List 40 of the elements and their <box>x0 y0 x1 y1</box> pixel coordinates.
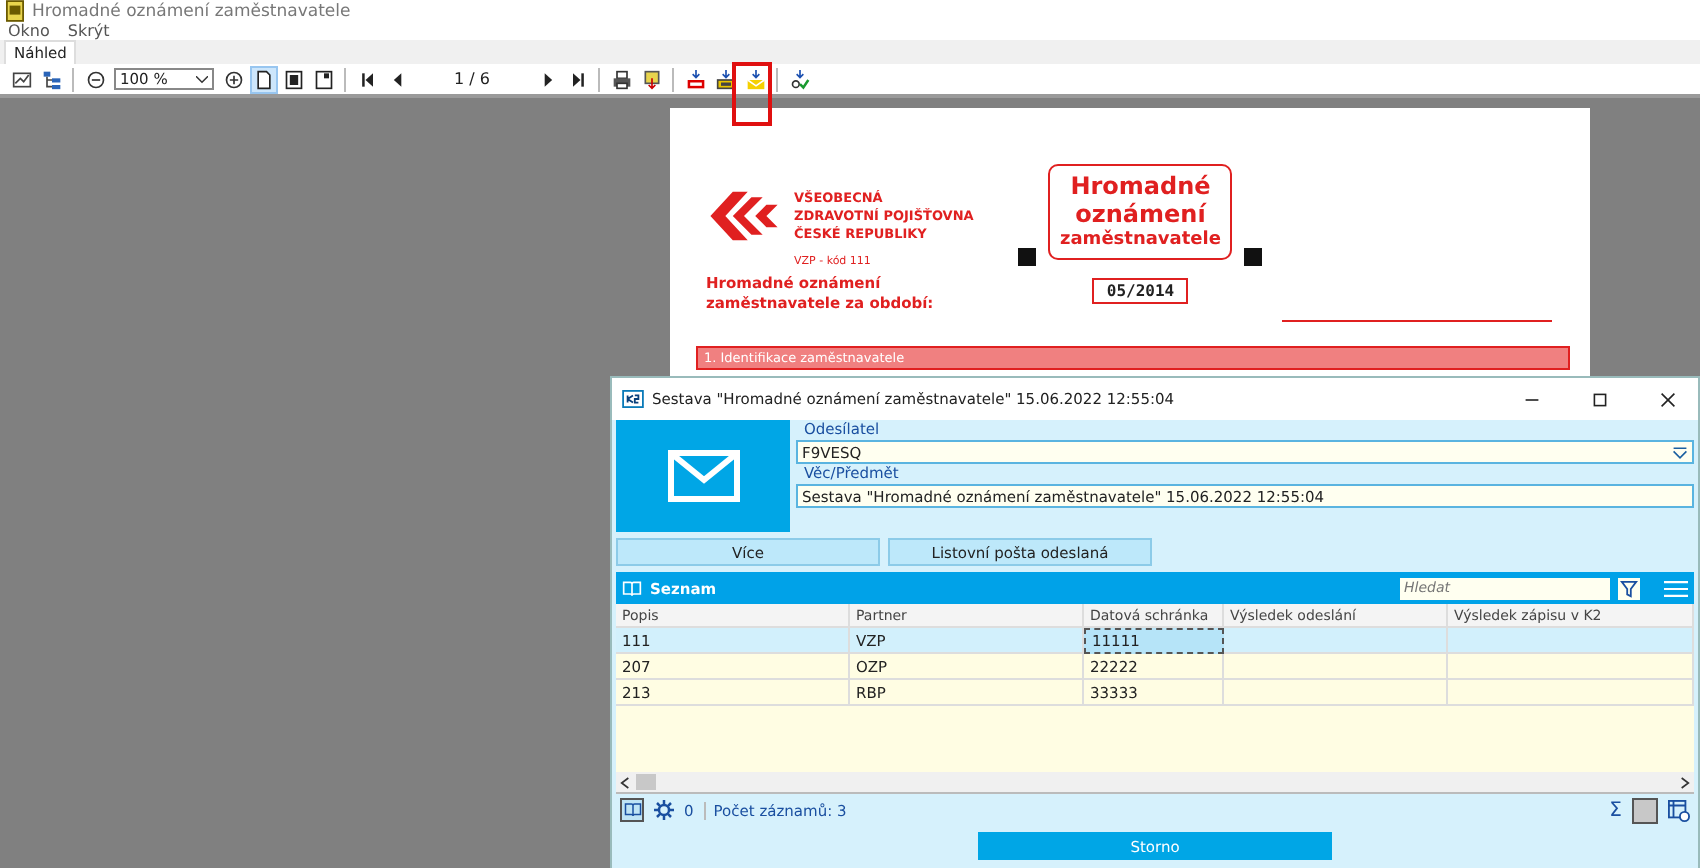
filter-icon[interactable] <box>1618 577 1640 599</box>
window-title: Hromadné oznámení zaměstnavatele <box>32 1 351 22</box>
period-field: 05/2014 <box>1092 278 1189 304</box>
menu-item[interactable]: Okno <box>8 22 50 41</box>
logo-icon <box>706 188 782 244</box>
book-icon <box>622 579 642 597</box>
envelope-icon <box>667 450 739 502</box>
app-icon <box>6 0 24 23</box>
form-title: oznámení <box>1075 200 1206 228</box>
menu-icon[interactable] <box>1664 579 1688 597</box>
export-icon <box>641 69 661 90</box>
caret-icon <box>196 75 208 84</box>
form-title: Hromadné <box>1070 172 1211 200</box>
maximize-icon[interactable] <box>1592 391 1608 407</box>
zoom-in-icon <box>223 69 243 90</box>
check-icon <box>789 69 809 90</box>
page-counter: 1 / 6 <box>452 70 492 89</box>
form-title: zaměstnavatele <box>1060 228 1221 252</box>
scroll-left-icon[interactable] <box>620 775 630 789</box>
download-icon <box>715 69 735 90</box>
view-toggle-button[interactable] <box>620 798 644 822</box>
zoom-out-icon <box>85 69 105 90</box>
page-icon <box>253 69 273 90</box>
table-settings-icon[interactable] <box>1668 799 1690 821</box>
marker-square <box>1018 248 1036 266</box>
scrollbar-thumb[interactable] <box>636 774 656 790</box>
chart-icon <box>11 69 31 90</box>
gear-icon[interactable] <box>654 800 674 820</box>
app-icon <box>622 390 644 408</box>
dropdown-icon[interactable] <box>1672 445 1688 459</box>
color-toggle-button[interactable] <box>1632 797 1658 823</box>
menu-item[interactable]: Skrýt <box>67 22 110 41</box>
last-page-icon <box>567 69 587 90</box>
tree-icon <box>41 69 61 90</box>
scroll-right-icon[interactable] <box>1680 775 1690 789</box>
sum-button[interactable]: Σ <box>1609 799 1622 821</box>
marker-square <box>1244 248 1263 266</box>
close-icon[interactable] <box>1660 391 1676 407</box>
first-page-icon <box>357 69 377 90</box>
toolbar-button[interactable] <box>249 65 277 94</box>
